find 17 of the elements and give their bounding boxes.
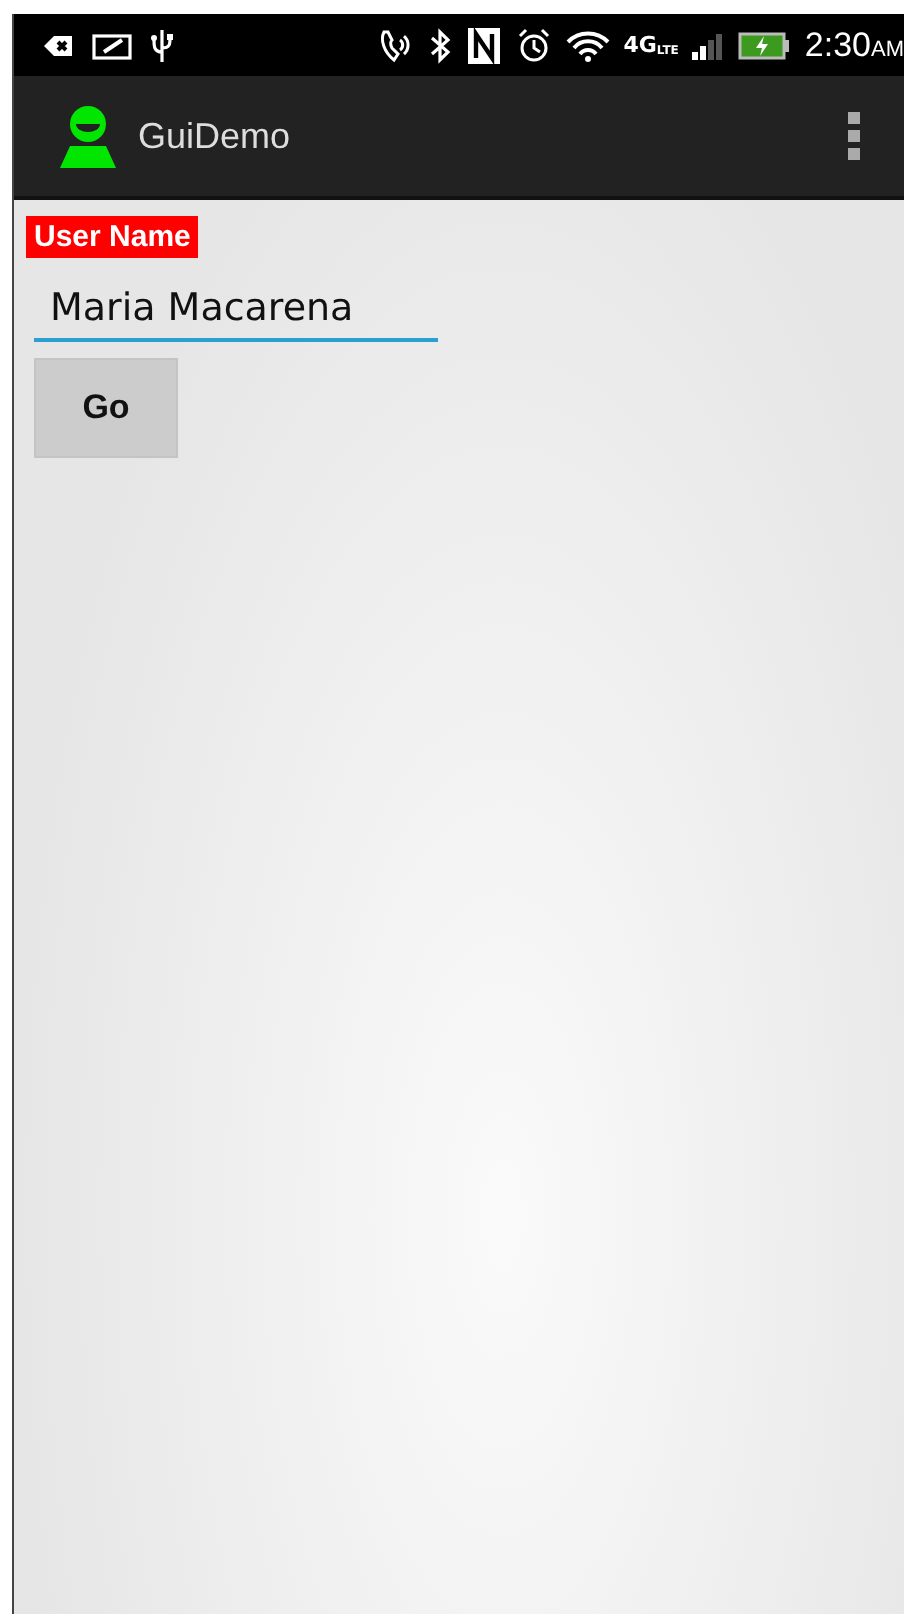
app-title: GuiDemo — [138, 115, 293, 157]
usb-icon — [150, 27, 174, 63]
wifi-icon — [565, 29, 610, 61]
person-icon — [54, 104, 122, 168]
alarm-icon — [515, 27, 552, 63]
battery-charging-icon — [738, 31, 791, 59]
signal-strength-icon — [692, 31, 725, 59]
notification-icon — [42, 31, 74, 59]
user-name-field[interactable]: Maria Macarena — [34, 274, 438, 342]
go-button[interactable]: Go — [34, 358, 178, 458]
bluetooth-icon — [427, 27, 452, 63]
phone-signal-icon — [377, 27, 414, 63]
message-icon — [92, 31, 132, 59]
clock-time: 2:30AM — [804, 25, 904, 65]
overflow-menu-icon[interactable] — [844, 108, 864, 164]
user-name-label: User Name — [26, 216, 199, 258]
nfc-icon — [465, 25, 502, 65]
